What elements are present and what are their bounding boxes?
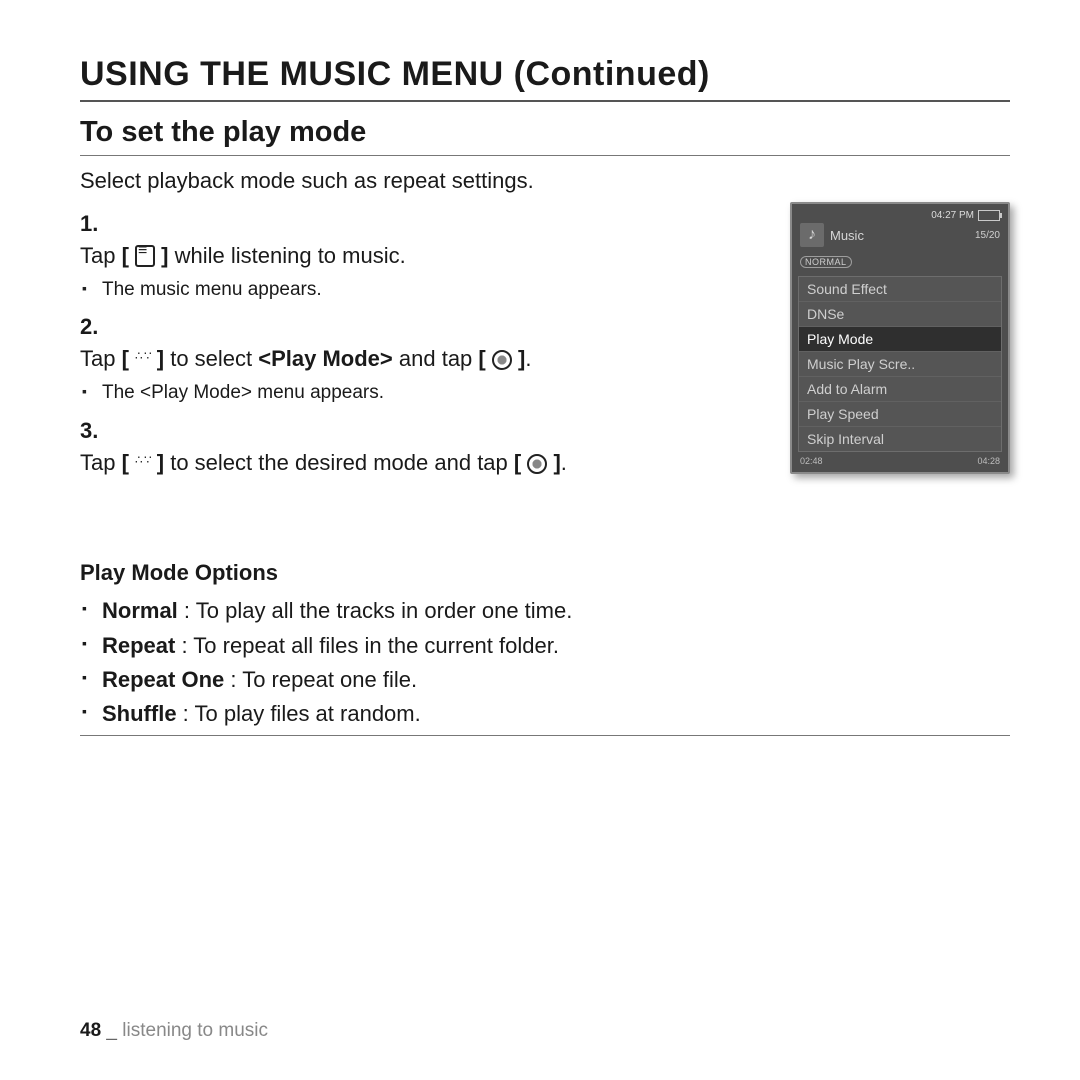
divider [80, 155, 1010, 156]
option-repeat-one: Repeat One : To repeat one file. [80, 663, 1010, 697]
option-name: Repeat One [102, 667, 224, 692]
device-mode-badge: NORMAL [800, 256, 852, 268]
device-header: ♪ Music 15/20 [798, 221, 1002, 253]
step-text: to select [164, 346, 258, 371]
step-text: while listening to music. [169, 243, 406, 268]
page-footer: 48 _ listening to music [80, 1020, 268, 1042]
device-menu-item: Skip Interval [799, 426, 1001, 451]
option-normal: Normal : To play all the tracks in order… [80, 594, 1010, 628]
up-down-icon: ∴ ∵ [135, 350, 151, 362]
device-menu-item: Sound Effect [799, 277, 1001, 301]
step-text: to select the desired mode and tap [164, 450, 514, 475]
divider [80, 100, 1010, 102]
up-down-icon: ∴ ∵ [135, 454, 151, 466]
device-time-total: 04:28 [977, 456, 1000, 466]
option-name: Shuffle [102, 701, 177, 726]
menu-icon [135, 245, 155, 267]
device-menu-item: Music Play Scre.. [799, 351, 1001, 376]
device-clock: 04:27 PM [931, 210, 974, 221]
step-number: 3. [80, 415, 108, 447]
step-number: 2. [80, 311, 108, 343]
option-repeat: Repeat : To repeat all files in the curr… [80, 629, 1010, 663]
device-status-bar: 04:27 PM [798, 210, 1002, 221]
step-text: and tap [393, 346, 479, 371]
step-text: . [525, 346, 531, 371]
step-sub: The music menu appears. [80, 276, 726, 304]
device-screenshot: 04:27 PM ♪ Music 15/20 NORMAL Sound Effe… [790, 202, 1010, 474]
options-list: Normal : To play all the tracks in order… [80, 594, 1010, 730]
device-menu-item: Add to Alarm [799, 376, 1001, 401]
step-1: 1. Tap [ ] while listening to music. The… [80, 208, 760, 303]
device-menu: Sound Effect DNSe Play Mode Music Play S… [798, 276, 1002, 452]
step-sub: The <Play Mode> menu appears. [80, 379, 726, 407]
device-time-bar: 02:48 04:28 [798, 452, 1002, 466]
footer-chapter: listening to music [122, 1020, 268, 1041]
footer-separator: _ [106, 1020, 117, 1041]
option-desc: : To play files at random. [177, 701, 421, 726]
steps-list: 1. Tap [ ] while listening to music. The… [80, 208, 760, 486]
step-text: Tap [80, 243, 122, 268]
options-title: Play Mode Options [80, 560, 1010, 586]
section-title: To set the play mode [80, 116, 1010, 149]
device-track-count: 15/20 [975, 230, 1000, 241]
play-mode-ref: <Play Mode> [258, 346, 393, 371]
option-name: Normal [102, 598, 178, 623]
battery-icon [978, 210, 1000, 221]
option-desc: : To play all the tracks in order one ti… [178, 598, 573, 623]
step-2: 2. Tap [ ∴ ∵ ] to select <Play Mode> and… [80, 311, 760, 406]
intro-text: Select playback mode such as repeat sett… [80, 168, 1010, 194]
step-text: Tap [80, 450, 122, 475]
step-number: 1. [80, 208, 108, 240]
divider [80, 735, 1010, 736]
music-note-icon: ♪ [800, 223, 824, 247]
option-name: Repeat [102, 633, 175, 658]
option-desc: : To repeat one file. [224, 667, 417, 692]
step-text: Tap [80, 346, 122, 371]
step-3: 3. Tap [ ∴ ∵ ] to select the desired mod… [80, 415, 760, 479]
device-header-title: Music [830, 228, 864, 243]
step-text: . [561, 450, 567, 475]
page-number: 48 [80, 1020, 101, 1041]
ok-icon [492, 350, 512, 370]
option-shuffle: Shuffle : To play files at random. [80, 697, 1010, 731]
device-menu-item: DNSe [799, 301, 1001, 326]
option-desc: : To repeat all files in the current fol… [175, 633, 559, 658]
device-menu-item: Play Speed [799, 401, 1001, 426]
ok-icon [527, 454, 547, 474]
device-menu-item-selected: Play Mode [799, 326, 1001, 351]
device-time-elapsed: 02:48 [800, 456, 823, 466]
page-title: USING THE MUSIC MENU (Continued) [80, 55, 1010, 94]
